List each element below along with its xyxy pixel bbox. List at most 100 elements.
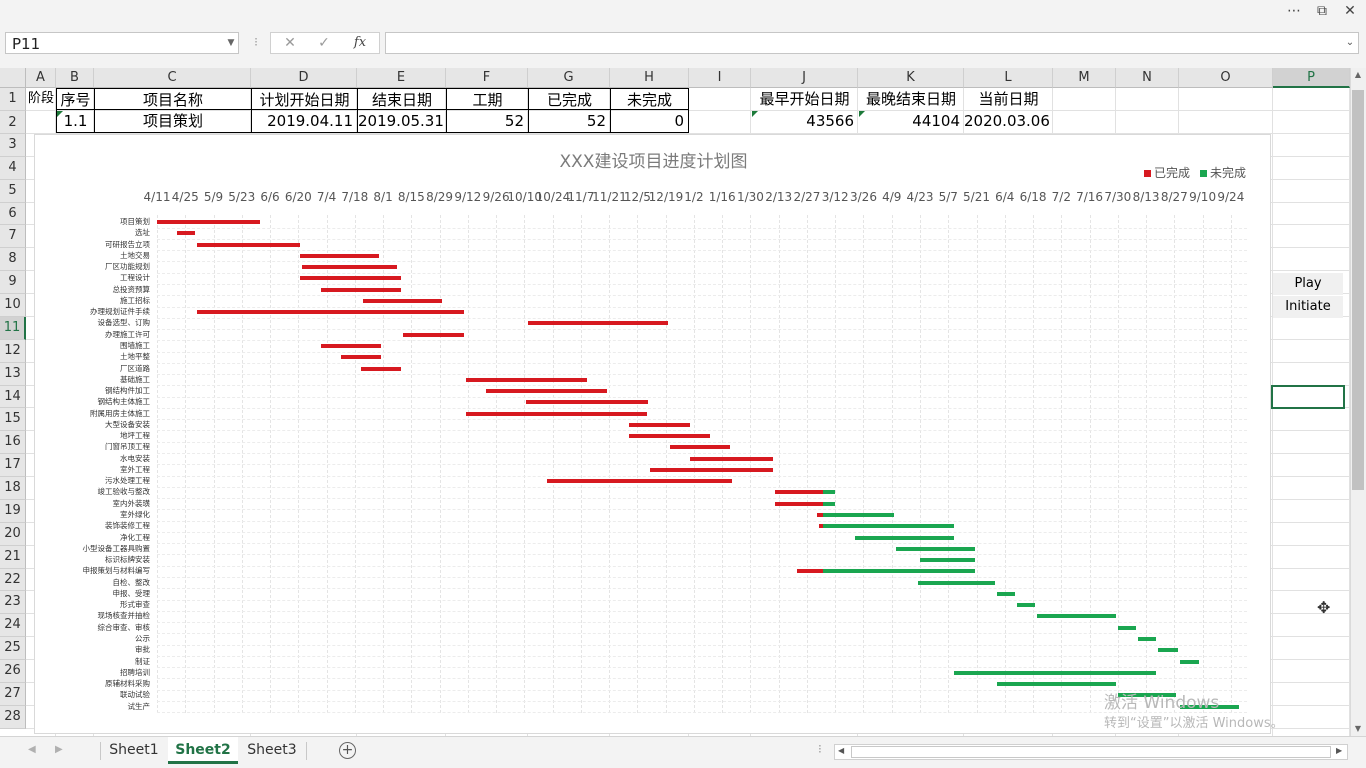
task-bar-completed[interactable] [157, 220, 260, 224]
cell-H1[interactable]: 未完成 [610, 88, 689, 110]
cell-E1[interactable]: 结束日期 [357, 88, 446, 110]
cell-E2[interactable]: 2019.05.31 [357, 110, 446, 133]
row-header-24[interactable]: 24 [0, 614, 26, 638]
task-bar-completed[interactable] [197, 242, 301, 247]
more-options-icon[interactable]: ⋯ [1280, 0, 1308, 24]
task-bar-completed[interactable] [669, 445, 731, 450]
play-button[interactable]: Play [1273, 273, 1343, 295]
chevron-down-icon[interactable]: ▼ [224, 32, 238, 54]
task-bar-completed[interactable] [629, 434, 711, 439]
task-bar-completed[interactable] [320, 287, 402, 292]
cell-G1[interactable]: 已完成 [528, 88, 610, 110]
cell-C1[interactable]: 项目名称 [94, 88, 251, 110]
row-header-23[interactable]: 23 [0, 591, 26, 615]
row-header-13[interactable]: 13 [0, 362, 26, 386]
task-bar-remaining[interactable] [823, 513, 894, 518]
scroll-down-icon[interactable]: ▼ [1352, 724, 1364, 736]
task-bar-remaining[interactable] [895, 546, 975, 551]
task-bar-completed[interactable] [629, 422, 690, 427]
row-header-26[interactable]: 26 [0, 660, 26, 683]
row-header-19[interactable]: 19 [0, 499, 26, 523]
task-bar-completed[interactable] [546, 479, 733, 484]
task-bar-remaining[interactable] [920, 558, 975, 563]
row-header-22[interactable]: 22 [0, 568, 26, 592]
cell-G2[interactable]: 52 [528, 110, 610, 133]
cell-D1[interactable]: 计划开始日期 [251, 88, 357, 110]
column-header-J[interactable]: J [751, 68, 858, 88]
task-bar-completed[interactable] [649, 467, 773, 472]
task-bar-remaining[interactable] [1138, 636, 1157, 641]
column-header-F[interactable]: F [446, 68, 528, 88]
row-header-17[interactable]: 17 [0, 454, 26, 478]
cell-C2[interactable]: 项目策划 [94, 110, 251, 133]
column-header-L[interactable]: L [964, 68, 1053, 88]
cell-F2[interactable]: 52 [446, 110, 528, 133]
task-bar-remaining[interactable] [855, 535, 955, 540]
row-header-11[interactable]: 11 [0, 316, 26, 340]
column-header-M[interactable]: M [1053, 68, 1116, 88]
task-bar-completed[interactable] [300, 253, 380, 258]
cell-B1[interactable]: 序号 [56, 88, 94, 110]
gantt-chart[interactable]: XXX建设项目进度计划图 已完成 未完成 4/11 4/25 5/9 5/23 6/6 6… [34, 134, 1271, 734]
task-bar-completed[interactable] [360, 366, 402, 371]
scroll-right-icon[interactable]: ▶ [1336, 746, 1342, 755]
row-header-25[interactable]: 25 [0, 637, 26, 661]
enter-icon[interactable]: ✓ [309, 33, 339, 53]
vertical-scroll-thumb[interactable] [1352, 90, 1364, 490]
task-bar-completed[interactable] [465, 411, 648, 416]
column-header-K[interactable]: K [858, 68, 964, 88]
scroll-up-icon[interactable]: ▲ [1352, 70, 1364, 84]
column-header-D[interactable]: D [251, 68, 357, 88]
expand-formula-bar-icon[interactable]: ⌄ [1342, 32, 1358, 54]
cell-J2[interactable]: 43566 [751, 110, 858, 132]
cell-D2[interactable]: 2019.04.11 [251, 110, 357, 133]
previous-sheet-icon[interactable]: ◀ [28, 744, 36, 755]
tab-split-grip-icon[interactable]: ⁝ [818, 742, 822, 756]
row-header-8[interactable]: 8 [0, 248, 26, 272]
task-bar-remaining[interactable] [823, 501, 836, 506]
task-bar-remaining[interactable] [1158, 648, 1179, 653]
task-bar-remaining[interactable] [954, 670, 1157, 675]
insert-function-icon[interactable]: fx [345, 33, 375, 53]
column-header-A[interactable]: A [26, 68, 56, 88]
row-header-27[interactable]: 27 [0, 683, 26, 706]
tab-sheet1[interactable]: Sheet1 [101, 737, 167, 764]
row-header-21[interactable]: 21 [0, 545, 26, 569]
task-bar-remaining[interactable] [917, 580, 995, 585]
row-header-1[interactable]: 1 [0, 88, 26, 111]
initiate-button[interactable]: Initiate [1273, 296, 1343, 318]
formula-input[interactable] [385, 32, 1359, 54]
scroll-left-icon[interactable]: ◀ [838, 746, 844, 755]
cell-A1[interactable]: 阶段 [26, 88, 56, 110]
task-bar-remaining[interactable] [823, 569, 975, 574]
row-header-18[interactable]: 18 [0, 477, 26, 500]
task-bar-remaining[interactable] [996, 591, 1015, 596]
task-bar-completed[interactable] [320, 343, 382, 348]
row-header-3[interactable]: 3 [0, 133, 26, 157]
column-header-H[interactable]: H [610, 68, 689, 88]
cell-L1[interactable]: 当前日期 [964, 88, 1053, 110]
cell-H2[interactable]: 0 [610, 110, 689, 133]
column-header-E[interactable]: E [357, 68, 446, 88]
row-header-4[interactable]: 4 [0, 156, 26, 180]
worksheet-grid[interactable]: ABCDEFGHIJKLMNOP 1 2 3 4 5 6 7 8 9 10 11 12 13 14 15 16… [0, 68, 1350, 736]
row-header-6[interactable]: 6 [0, 202, 26, 226]
add-sheet-button[interactable]: + [339, 742, 356, 759]
task-bar-completed[interactable] [528, 321, 668, 326]
task-bar-completed[interactable] [774, 490, 824, 495]
task-bar-remaining[interactable] [996, 682, 1116, 687]
column-header-N[interactable]: N [1116, 68, 1179, 88]
task-bar-completed[interactable] [197, 310, 464, 315]
row-header-20[interactable]: 20 [0, 522, 26, 546]
task-bar-completed[interactable] [796, 569, 824, 574]
row-header-14[interactable]: 14 [0, 385, 26, 409]
column-header-B[interactable]: B [56, 68, 94, 88]
row-header-5[interactable]: 5 [0, 179, 26, 203]
name-box[interactable]: P11 [5, 32, 239, 54]
task-bar-completed[interactable] [362, 298, 442, 303]
restore-window-icon[interactable]: ⧉ [1308, 0, 1336, 24]
task-bar-completed[interactable] [689, 456, 773, 461]
task-bar-completed[interactable] [526, 400, 648, 405]
row-header-2[interactable]: 2 [0, 110, 26, 134]
cancel-icon[interactable]: ✕ [275, 33, 305, 53]
